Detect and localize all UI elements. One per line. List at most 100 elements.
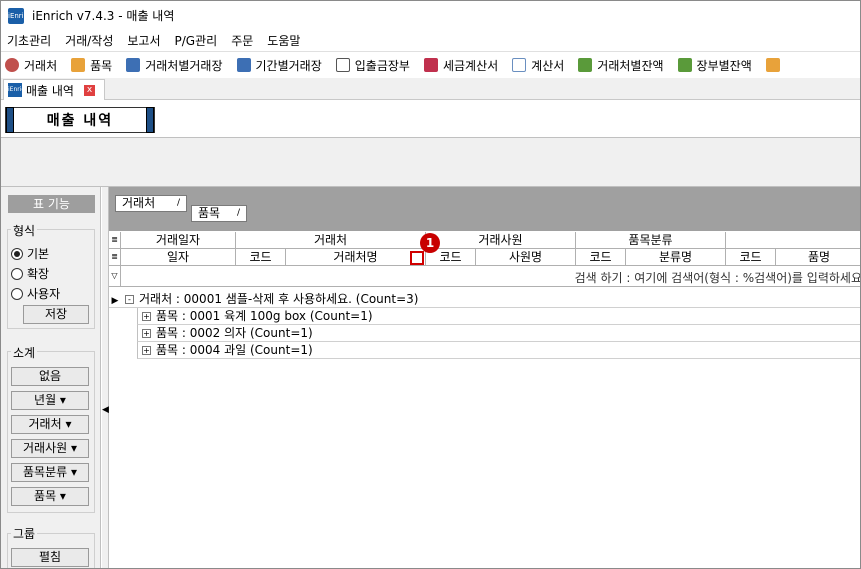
tab-sales-history[interactable]: iEnrich 매출 내역 x: [3, 79, 105, 100]
filter-icon: ▽: [109, 266, 121, 287]
col-group-salesperson[interactable]: 거래사원: [426, 232, 576, 249]
close-icon[interactable]: x: [83, 84, 95, 96]
subtotal-customer-button[interactable]: 거래처 ▾: [11, 415, 89, 434]
panel-title: 표 기능: [8, 195, 95, 213]
group-row-label: 품목 : 0002 의자 (Count=1): [156, 326, 313, 340]
ledger-icon: [236, 58, 251, 72]
chip-label: 거래처: [122, 196, 156, 210]
col-category-code[interactable]: 코드: [576, 249, 626, 266]
group-label: 그룹: [11, 525, 38, 542]
search-filter-row[interactable]: ▽ 검색 하기 : 여기에 검색어(형식 : %검색어)를 입력하세요: [109, 266, 861, 287]
group-row-label: 거래처 : 00001 샘플-삭제 후 사용하세요. (Count=3): [139, 292, 419, 306]
toolbar-item-button[interactable]: 품목: [71, 57, 112, 74]
toolbar-label: 거래처별잔액: [597, 58, 664, 73]
format-radio-user[interactable]: 사용자: [11, 285, 60, 302]
group-row-customer[interactable]: ▶ - 거래처 : 00001 샘플-삭제 후 사용하세요. (Count=3): [109, 291, 860, 308]
menu-help[interactable]: 도움말: [267, 32, 300, 49]
col-item-name[interactable]: 품명: [776, 249, 860, 266]
column-chooser-icon[interactable]: ≣: [109, 249, 121, 266]
toolbar-label: 입출금장부: [354, 58, 410, 73]
toolbar-invoice-button[interactable]: 계산서: [512, 57, 564, 74]
radio-label: 사용자: [27, 287, 61, 301]
menu-order[interactable]: 주문: [231, 32, 253, 49]
format-radio-extended[interactable]: 확장: [11, 265, 49, 282]
col-salesperson-name[interactable]: 사원명: [476, 249, 576, 266]
toolbar-period-ledger-button[interactable]: 기간별거래장: [236, 57, 322, 74]
group-row-label: 품목 : 0001 육계 100g box (Count=1): [156, 309, 373, 323]
group-row-item[interactable]: + 품목 : 0001 육계 100g box (Count=1): [137, 308, 860, 325]
expand-icon[interactable]: +: [142, 346, 151, 355]
col-group-category[interactable]: 품목분류: [576, 232, 726, 249]
subtotal-category-button[interactable]: 품목분류 ▾: [11, 463, 89, 482]
toolbar-customer-ledger-button[interactable]: 거래처별거래장: [126, 57, 223, 74]
save-button[interactable]: 저장: [23, 305, 89, 324]
subtotal-item-button[interactable]: 품목 ▾: [11, 487, 89, 506]
toolbar-label: 계산서: [531, 58, 565, 73]
book-icon: [335, 58, 350, 72]
expand-icon[interactable]: +: [142, 312, 151, 321]
page-title-text: 매출 내역: [46, 113, 114, 129]
col-customer-name[interactable]: 거래처명: [286, 249, 426, 266]
column-filter-icon[interactable]: [410, 251, 424, 265]
box-icon: [765, 58, 780, 72]
toolbar-label: 거래처별거래장: [145, 58, 223, 73]
expand-button[interactable]: 펼침: [11, 548, 89, 567]
group-row-item[interactable]: + 품목 : 0004 과일 (Count=1): [137, 342, 860, 359]
toolbar-label: 기간별거래장: [255, 58, 322, 73]
toolbar-customer-balance-button[interactable]: 거래처별잔액: [578, 57, 664, 74]
search-hint: 검색 하기 : 여기에 검색어(형식 : %검색어)를 입력하세요: [574, 271, 861, 285]
application-window: iEnrich iEnrich v7.4.3 - 매출 내역 기초관리 거래/작…: [0, 0, 861, 569]
radio-icon: [11, 267, 23, 280]
title-bar: iEnrich iEnrich v7.4.3 - 매출 내역: [1, 1, 860, 30]
toolbar-tax-invoice-button[interactable]: 세금계산서: [423, 57, 499, 74]
toolbar-label: 세금계산서: [442, 58, 499, 73]
menu-bar: 기초관리 거래/작성 보고서 P/G관리 주문 도움말: [1, 30, 860, 50]
col-item-code[interactable]: 코드: [726, 249, 776, 266]
money-icon: [677, 58, 692, 72]
title-bracket-left: [6, 107, 14, 133]
col-group-customer[interactable]: 거래처: [236, 232, 426, 249]
col-group-item[interactable]: [726, 232, 860, 249]
sort-icon: /: [176, 198, 180, 208]
row-pointer-icon: ▶: [111, 296, 119, 306]
toolbar-book-balance-button[interactable]: 장부별잔액: [677, 57, 752, 74]
radio-label: 확장: [27, 267, 50, 281]
col-date[interactable]: 일자: [121, 249, 236, 266]
group-chip-item[interactable]: 품목 /: [191, 205, 247, 222]
tab-label: 매출 내역: [26, 83, 74, 98]
toolbar-label: 거래처: [24, 58, 58, 73]
header-column-row: ≣ 일자 코드 거래처명 코드 사원명 코드 분류명 코드 품명: [109, 249, 860, 266]
invoice-icon: [512, 58, 527, 72]
collapse-icon[interactable]: -: [125, 295, 134, 304]
toolbar: 거래처 품목 거래처별거래장 기간별거래장 입출금장부 세금계산서 계산서 거래…: [1, 51, 860, 78]
menu-pg[interactable]: P/G관리: [175, 32, 218, 49]
subtotal-salesperson-button[interactable]: 거래사원 ▾: [11, 439, 89, 458]
header-band-row: ≣ 거래일자 거래처 거래사원 품목분류: [109, 232, 860, 249]
subtotal-none-button[interactable]: 없음: [11, 367, 89, 386]
toolbar-cashbook-button[interactable]: 입출금장부: [335, 57, 410, 74]
document-tab-strip: iEnrich 매출 내역 x: [1, 78, 860, 100]
toolbar-more-button[interactable]: [765, 58, 785, 72]
box-icon: [71, 58, 86, 72]
panel-splitter[interactable]: ◀: [102, 187, 109, 568]
group-row-item[interactable]: + 품목 : 0002 의자 (Count=1): [137, 325, 860, 342]
format-radio-basic[interactable]: 기본: [11, 245, 49, 262]
radio-label: 기본: [27, 247, 50, 261]
window-title: iEnrich v7.4.3 - 매출 내역: [32, 9, 175, 23]
menu-report[interactable]: 보고서: [127, 32, 160, 49]
menu-transaction[interactable]: 거래/작성: [65, 32, 113, 49]
col-customer-code[interactable]: 코드: [236, 249, 286, 266]
col-category-name[interactable]: 분류명: [626, 249, 726, 266]
left-panel: 표 기능 형식 기본 확장 사용자 저장 소계 없음 년월 ▾ 거래처 ▾ 거래…: [1, 187, 101, 568]
column-chooser-icon[interactable]: ≣: [109, 232, 121, 249]
expand-icon[interactable]: +: [142, 329, 151, 338]
subtotal-yearmonth-button[interactable]: 년월 ▾: [11, 391, 89, 410]
menu-basic[interactable]: 기초관리: [7, 32, 51, 49]
sort-icon: /: [236, 208, 240, 218]
toolbar-customer-button[interactable]: 거래처: [5, 57, 57, 74]
group-chip-customer[interactable]: 거래처 /: [115, 195, 187, 212]
toolbar-label: 품목: [90, 58, 113, 73]
chevron-left-icon: ◀: [102, 405, 109, 415]
col-group-date[interactable]: 거래일자: [121, 232, 236, 249]
person-icon: [5, 58, 19, 72]
